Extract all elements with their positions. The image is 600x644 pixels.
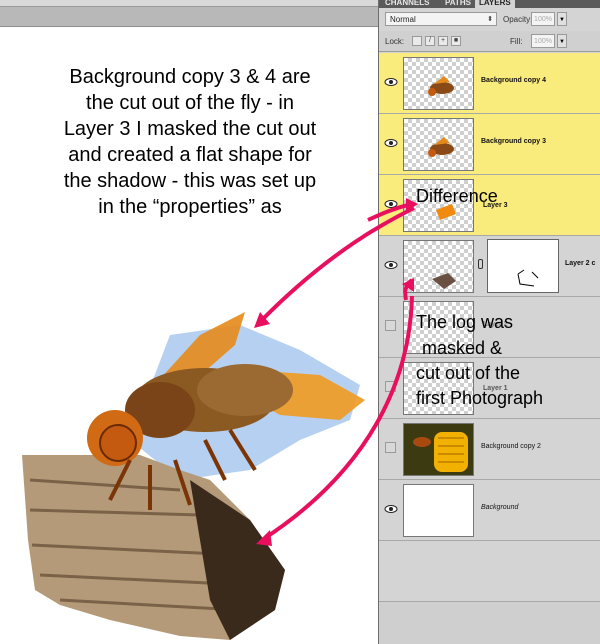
fly-abdomen xyxy=(197,364,293,416)
fly-thumb-icon xyxy=(428,137,454,157)
layer-row-background-copy-2[interactable]: Background copy 2 xyxy=(379,419,600,480)
lock-all-icon[interactable]: ■ xyxy=(451,36,461,46)
log-note-line: The log was xyxy=(416,312,514,332)
annotation-line: in the “properties” as xyxy=(98,196,282,218)
visibility-toggle[interactable] xyxy=(385,442,396,453)
difference-label: Difference xyxy=(416,186,498,206)
opacity-dropdown-button[interactable]: ▼ xyxy=(557,12,567,26)
log-thumb-icon xyxy=(432,273,456,289)
eye-icon[interactable] xyxy=(384,258,398,272)
document-canvas[interactable]: Background copy 3 & 4 are the cut out of… xyxy=(0,0,378,644)
annotation-line: and created a flat shape for xyxy=(68,144,312,166)
lock-label: Lock: xyxy=(385,37,405,46)
layer-name: Background copy 3 xyxy=(481,138,546,145)
layer-mask-thumbnail[interactable] xyxy=(487,239,559,293)
mask-shape-icon xyxy=(517,269,539,287)
lock-brush-icon[interactable]: / xyxy=(425,36,435,46)
eye-icon[interactable] xyxy=(384,502,398,516)
tab-paths[interactable]: PATHS xyxy=(441,0,475,8)
layer-thumbnail[interactable] xyxy=(403,423,474,476)
layer-thumbnail[interactable] xyxy=(403,484,474,537)
lock-transparent-icon[interactable] xyxy=(412,36,422,46)
blend-row: Normal ⬍ Opacity: 100% ▼ xyxy=(379,9,600,31)
layer-name: Background xyxy=(481,504,519,511)
layer-row-background-copy-4[interactable]: Background copy 4 xyxy=(379,53,600,114)
opacity-label: Opacity: xyxy=(503,15,533,24)
tab-layers[interactable]: LAYERS xyxy=(475,0,515,8)
eye-icon[interactable] xyxy=(384,197,398,211)
fly-eye xyxy=(99,424,137,462)
visibility-toggle[interactable] xyxy=(385,381,396,392)
panel-footer xyxy=(379,602,600,644)
annotation-line: the cut out of the fly - in xyxy=(86,92,294,114)
layer-name: Background copy 4 xyxy=(481,77,546,84)
eye-icon[interactable] xyxy=(384,75,398,89)
annotation-line: the shadow - this was set up xyxy=(63,170,317,192)
layer-thumbnail[interactable] xyxy=(403,118,474,171)
lock-move-icon[interactable]: + xyxy=(438,36,448,46)
corn-photo-thumb-icon xyxy=(404,424,473,475)
layer-row-layer-2-copy[interactable]: Layer 2 c xyxy=(379,236,600,297)
annotation-line: Layer 3 I masked the cut out xyxy=(63,118,317,140)
lock-row: Lock: / + ■ Fill: 100% ▼ xyxy=(379,31,600,52)
layer-name: Background copy 2 xyxy=(481,443,541,450)
layer-row-background-copy-3[interactable]: Background copy 3 xyxy=(379,114,600,175)
empty-layer-area xyxy=(379,541,600,602)
tab-channels[interactable]: CHANNELS xyxy=(381,0,433,8)
log-note-line: masked & xyxy=(422,338,503,358)
chevron-updown-icon: ⬍ xyxy=(487,16,493,23)
eye-icon[interactable] xyxy=(384,136,398,150)
annotation-text: Background copy 3 & 4 are the cut out of… xyxy=(40,64,340,220)
opacity-input[interactable]: 100% xyxy=(531,12,555,26)
log-note-line: first Photograph xyxy=(416,388,544,408)
annotation-line: Background copy 3 & 4 are xyxy=(69,66,311,88)
visibility-toggle[interactable] xyxy=(385,320,396,331)
layer-row-background[interactable]: Background xyxy=(379,480,600,541)
panel-tabs: CHANNELS PATHS LAYERS xyxy=(379,0,600,8)
fill-dropdown-button[interactable]: ▼ xyxy=(557,34,567,48)
fly-thumb-icon xyxy=(428,76,454,96)
log-note-line: cut out of the xyxy=(416,363,521,383)
fill-input[interactable]: 100% xyxy=(531,34,555,48)
layer-name: Layer 2 c xyxy=(565,260,596,267)
layer-thumbnail[interactable] xyxy=(403,240,474,293)
fill-label: Fill: xyxy=(510,37,523,46)
link-icon[interactable] xyxy=(478,259,483,269)
blend-mode-select[interactable]: Normal ⬍ xyxy=(385,12,497,26)
blend-mode-value: Normal xyxy=(390,15,416,24)
layer-thumbnail[interactable] xyxy=(403,57,474,110)
